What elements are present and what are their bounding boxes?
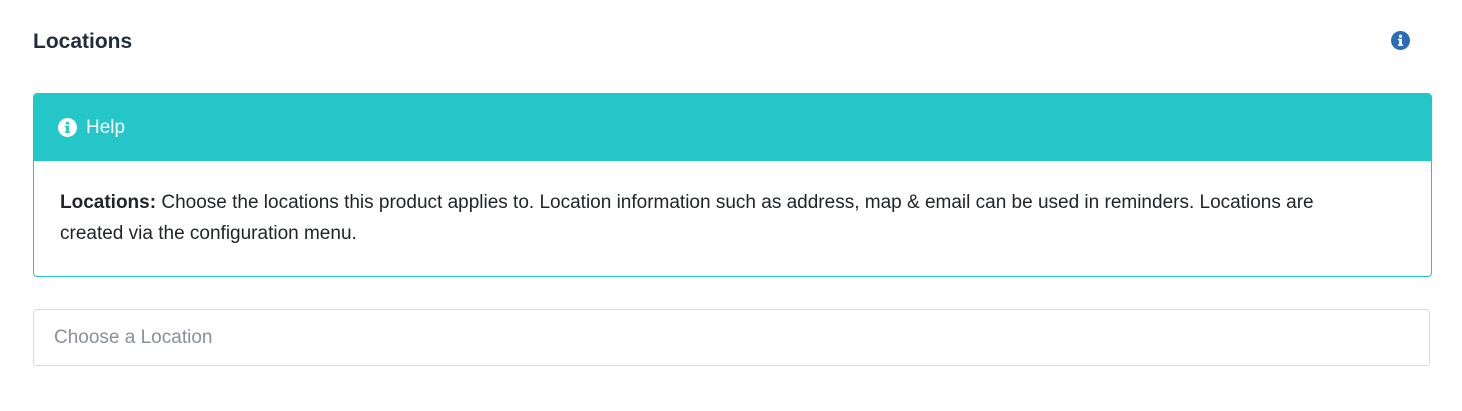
help-card-header: Help (34, 94, 1431, 161)
location-select-placeholder: Choose a Location (54, 326, 213, 348)
help-card: Help Locations: Choose the locations thi… (33, 93, 1432, 277)
help-card-body: Locations: Choose the locations this pro… (34, 161, 1344, 249)
info-circle-icon[interactable] (1391, 31, 1410, 50)
info-circle-icon (58, 118, 77, 137)
section-header: Locations (33, 24, 1432, 60)
section-title: Locations (33, 30, 133, 53)
help-description-text: Choose the locations this product applie… (60, 192, 1314, 244)
help-card-title: Help (86, 116, 126, 138)
help-lead-text: Locations: (60, 192, 157, 213)
location-select[interactable]: Choose a Location (33, 309, 1430, 366)
